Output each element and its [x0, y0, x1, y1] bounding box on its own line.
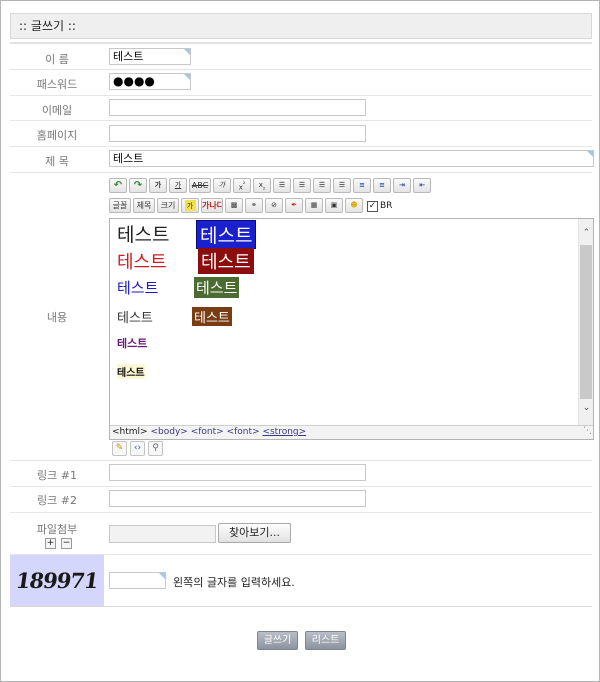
page-title: :: 글쓰기 ::: [10, 13, 592, 39]
unordered-list-icon[interactable]: ≡: [373, 178, 391, 193]
homepage-input[interactable]: [109, 125, 366, 142]
editor-toolbar-row1: ↶ ↷ 가 가 ABC 가 x² x₂ ☰ ☰ ☰ ☰ ≡ ≡ ⇥ ⇤: [109, 178, 431, 194]
sample-text: 테스트: [192, 307, 232, 326]
link-icon[interactable]: ⚭: [245, 198, 263, 213]
scroll-down-icon[interactable]: ⌄: [579, 403, 594, 413]
password-label: 패스워드: [36, 78, 78, 91]
editor-path-bar: <html> <body> <font> <font> <strong> ⋱: [110, 425, 593, 439]
subject-input[interactable]: 테스트: [109, 150, 594, 167]
row-divider: [10, 120, 592, 121]
align-right-icon[interactable]: ☰: [313, 178, 331, 193]
row-divider: [10, 95, 592, 96]
sample-text: 테스트: [194, 277, 240, 298]
content-editor[interactable]: 테스트 테스트 테스트 테스트 테스트 테스트 테스트 테스트 테스트 테스트 …: [109, 218, 594, 440]
name-input[interactable]: 테스트: [109, 48, 191, 65]
sample-text: 테스트: [117, 252, 167, 273]
italic-icon[interactable]: 가: [213, 178, 231, 193]
path-tag[interactable]: <font>: [191, 427, 224, 437]
content-label: 내용: [46, 311, 68, 324]
underline-icon[interactable]: 가: [169, 178, 187, 193]
sample-text: 테스트: [117, 364, 145, 379]
file-path-field[interactable]: [109, 525, 216, 543]
sample-text: 테스트: [117, 311, 153, 326]
scroll-thumb[interactable]: [580, 245, 592, 399]
path-tag[interactable]: <strong>: [262, 427, 306, 437]
remove-file-icon[interactable]: −: [61, 538, 72, 549]
link2-input[interactable]: [109, 490, 366, 507]
scroll-up-icon[interactable]: ⌃: [579, 228, 594, 238]
br-label: BR: [380, 201, 393, 211]
subject-label: 제 목: [45, 155, 69, 168]
html-mode-icon[interactable]: ‹›: [130, 441, 145, 456]
row-divider: [10, 146, 592, 147]
editor-scrollbar[interactable]: ⌃ ⌄: [578, 219, 593, 425]
redo-icon[interactable]: ↷: [129, 178, 147, 193]
justify-icon[interactable]: ☰: [333, 178, 351, 193]
write-form: :: 글쓰기 :: 이 름 테스트 패스워드 ●●●● 이메일 홈페이지 제 목…: [0, 0, 600, 682]
sample-text: 테스트: [196, 220, 257, 249]
table-icon[interactable]: ▦: [305, 198, 323, 213]
password-input[interactable]: ●●●●: [109, 73, 191, 90]
outdent-icon[interactable]: ⇤: [413, 178, 431, 193]
row-divider: [10, 606, 592, 607]
row-divider: [10, 172, 592, 173]
path-tag[interactable]: <html>: [112, 427, 148, 437]
align-center-icon[interactable]: ☰: [293, 178, 311, 193]
list-button[interactable]: 리스트: [305, 631, 346, 650]
add-file-icon[interactable]: +: [45, 538, 56, 549]
br-checkbox[interactable]: ✓: [367, 200, 378, 212]
preview-icon[interactable]: ⚲: [148, 441, 163, 456]
ordered-list-icon[interactable]: ≡: [353, 178, 371, 193]
br-toggle[interactable]: ✓ BR: [367, 198, 392, 214]
link2-label: 링크 #2: [37, 494, 77, 507]
captcha-hint: 왼쪽의 글자를 입력하세요.: [173, 576, 295, 589]
bold-icon[interactable]: 가: [149, 178, 167, 193]
undo-icon[interactable]: ↶: [109, 178, 127, 193]
strikethrough-icon[interactable]: ABC: [189, 178, 211, 193]
email-input[interactable]: [109, 99, 366, 116]
align-left-icon[interactable]: ☰: [273, 178, 291, 193]
sample-text: 테스트: [198, 248, 254, 274]
editor-mode-buttons: ✎ ‹› ⚲: [112, 441, 163, 456]
clear-format-icon[interactable]: ✒: [285, 198, 303, 213]
link1-label: 링크 #1: [37, 469, 77, 482]
bg-color-button[interactable]: 가: [181, 198, 199, 213]
name-label: 이 름: [45, 53, 69, 66]
editor-toolbar-row2: 글꼴 제목 크기 가 가나다 ▩ ⚭ ⊘ ✒ ▦ ▣ ☻ ✓ BR: [109, 198, 392, 214]
browse-button[interactable]: 찾아보기...: [218, 523, 291, 543]
link1-input[interactable]: [109, 464, 366, 481]
size-button[interactable]: 크기: [157, 198, 179, 213]
sample-text: 테스트: [117, 279, 159, 297]
captcha-input[interactable]: [109, 572, 166, 589]
editor-content-area[interactable]: 테스트 테스트 테스트 테스트 테스트 테스트 테스트 테스트 테스트 테스트: [110, 219, 579, 425]
font-button[interactable]: 글꼴: [109, 198, 131, 213]
path-tag[interactable]: <font>: [227, 427, 260, 437]
unlink-icon[interactable]: ⊘: [265, 198, 283, 213]
row-divider: [10, 512, 592, 513]
sample-text: 테스트: [117, 337, 148, 350]
sample-text: 테스트: [117, 224, 170, 246]
edit-mode-icon[interactable]: ✎: [112, 441, 127, 456]
path-tag[interactable]: <body>: [150, 427, 187, 437]
row-divider: [10, 69, 592, 70]
subscript-icon[interactable]: x₂: [253, 178, 271, 193]
image-icon[interactable]: ▩: [225, 198, 243, 213]
submit-button[interactable]: 글쓰기: [257, 631, 298, 650]
superscript-icon[interactable]: x²: [233, 178, 251, 193]
heading-button[interactable]: 제목: [133, 198, 155, 213]
captcha-image: 189971: [10, 555, 104, 606]
email-label: 이메일: [41, 104, 73, 117]
row-divider: [10, 486, 592, 487]
homepage-label: 홈페이지: [36, 129, 78, 142]
row-divider: [10, 460, 592, 461]
title-divider: [10, 42, 592, 44]
resize-grip-icon[interactable]: ⋱: [583, 425, 592, 438]
indent-icon[interactable]: ⇥: [393, 178, 411, 193]
font-color-button[interactable]: 가나다: [201, 198, 223, 213]
special-char-icon[interactable]: ▣: [325, 198, 343, 213]
emoticon-icon[interactable]: ☻: [345, 198, 363, 213]
attach-label: 파일첨부: [36, 523, 78, 536]
